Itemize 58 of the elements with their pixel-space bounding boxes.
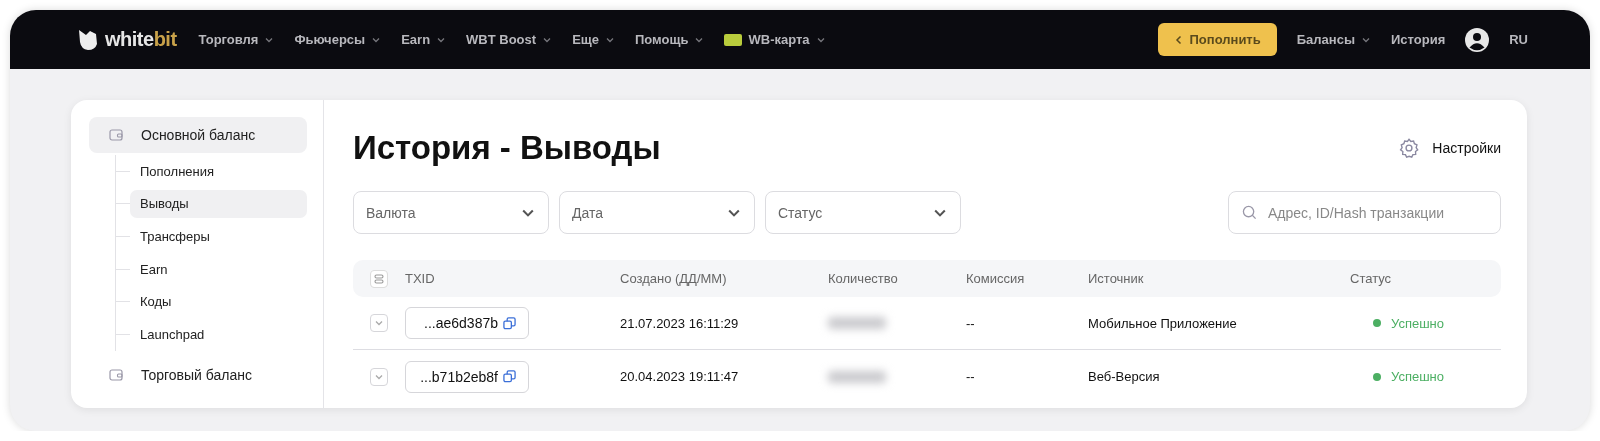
hidden-amount [828,317,886,329]
nav-link[interactable]: Торговля [198,32,275,47]
filter-dropdown[interactable]: Валюта [353,191,549,234]
columns-icon[interactable] [370,269,388,288]
table-cell-text: Мобильное Приложение [1088,315,1238,331]
copy-icon [503,370,516,383]
nav-link[interactable]: Earn [401,32,447,47]
page-title: История - Выводы [353,129,661,167]
sidebar-item-label: Основной баланс [141,127,256,143]
wallet-icon [109,367,123,382]
hidden-amount [828,370,886,383]
table-cell-text: 20.04.2023 19:11:47 [620,369,740,384]
txid-button[interactable]: ...b71b2eb8f [405,360,529,393]
table-cell-text: 21.07.2023 16:11:29 [620,315,740,331]
card-icon [724,33,743,46]
copy-icon [503,316,516,330]
nav-link[interactable]: Фьючерсы [294,32,382,47]
column-header: Источник [1088,271,1145,286]
sidebar-item-label: Торговый баланс [141,366,252,383]
sidebar-subitem[interactable]: Трансферы [130,222,307,251]
deposit-button[interactable]: Пополнить [1157,23,1277,56]
sidebar-subitem[interactable]: Коды [130,287,307,316]
nav-link[interactable]: WBT Boost [466,32,553,47]
expand-button[interactable] [370,314,388,332]
logo-icon [76,27,100,52]
sidebar-subitem[interactable]: Launchpad [130,320,307,349]
caret-icon [374,318,384,328]
table-cell-text: Веб-Версия [1088,369,1161,384]
column-header: Комиссия [966,271,1026,286]
nav-link[interactable]: WB-карта [724,32,826,47]
column-header: Статус [1350,271,1393,286]
wallet-icon [109,128,123,142]
settings-link[interactable]: Настройки [1398,137,1501,159]
column-header: Создано (ДД/ММ) [620,271,728,286]
sidebar-item[interactable]: Торговый баланс [89,356,307,393]
sidebar-item[interactable]: Основной баланс [89,117,307,153]
sidebar-subitem[interactable]: Earn [130,255,307,284]
column-header: Количество [828,271,899,286]
expand-button[interactable] [370,367,388,386]
table-cell-text: -- [966,315,976,331]
search-field[interactable]: Адрес, ID/Hash транзакции [1228,191,1501,234]
nav-link[interactable]: История [1391,32,1446,47]
txid-button[interactable]: ...ae6d387b [405,307,529,339]
column-header: TXID [405,271,436,286]
nav-link[interactable]: Еще [572,32,615,47]
nav-link[interactable]: Балансы [1296,32,1371,47]
status-text: Успешно [1391,315,1444,331]
logo-text: whitebit [105,28,177,51]
avatar-icon[interactable] [1465,27,1490,52]
sidebar-subitem[interactable]: Выводы [130,189,307,218]
settings-icon [1398,137,1421,159]
filter-dropdown[interactable]: Дата [559,191,755,234]
sidebar-subitem[interactable]: Пополнения [130,157,307,186]
status-text: Успешно [1391,369,1444,384]
table-cell-text: -- [966,369,976,384]
language-link[interactable]: RU [1509,32,1528,47]
filter-dropdown[interactable]: Статус [765,191,961,234]
nav-link[interactable]: Помощь [635,32,705,47]
